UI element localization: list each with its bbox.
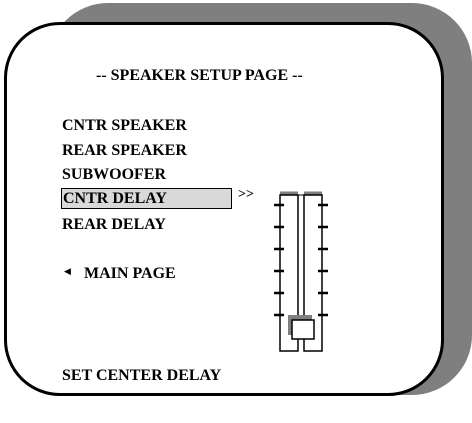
selection-arrow: >> <box>238 187 254 202</box>
menu-item-cntr-speaker[interactable]: CNTR SPEAKER <box>62 116 187 136</box>
menu-item-rear-delay[interactable]: REAR DELAY <box>62 215 166 235</box>
left-triangle-icon: ◀ <box>64 266 71 276</box>
page-title: -- SPEAKER SETUP PAGE -- <box>96 67 303 84</box>
menu-item-rear-speaker[interactable]: REAR SPEAKER <box>62 141 187 161</box>
main-page-label: MAIN PAGE <box>84 265 176 282</box>
main-page-link[interactable]: ◀ MAIN PAGE <box>64 265 176 283</box>
menu-item-cntr-delay[interactable]: CNTR DELAY <box>61 188 232 209</box>
delay-slider[interactable] <box>268 191 334 355</box>
slider-thumb <box>291 319 315 340</box>
status-text: SET CENTER DELAY <box>62 367 222 384</box>
menu-item-subwoofer[interactable]: SUBWOOFER <box>62 165 166 185</box>
